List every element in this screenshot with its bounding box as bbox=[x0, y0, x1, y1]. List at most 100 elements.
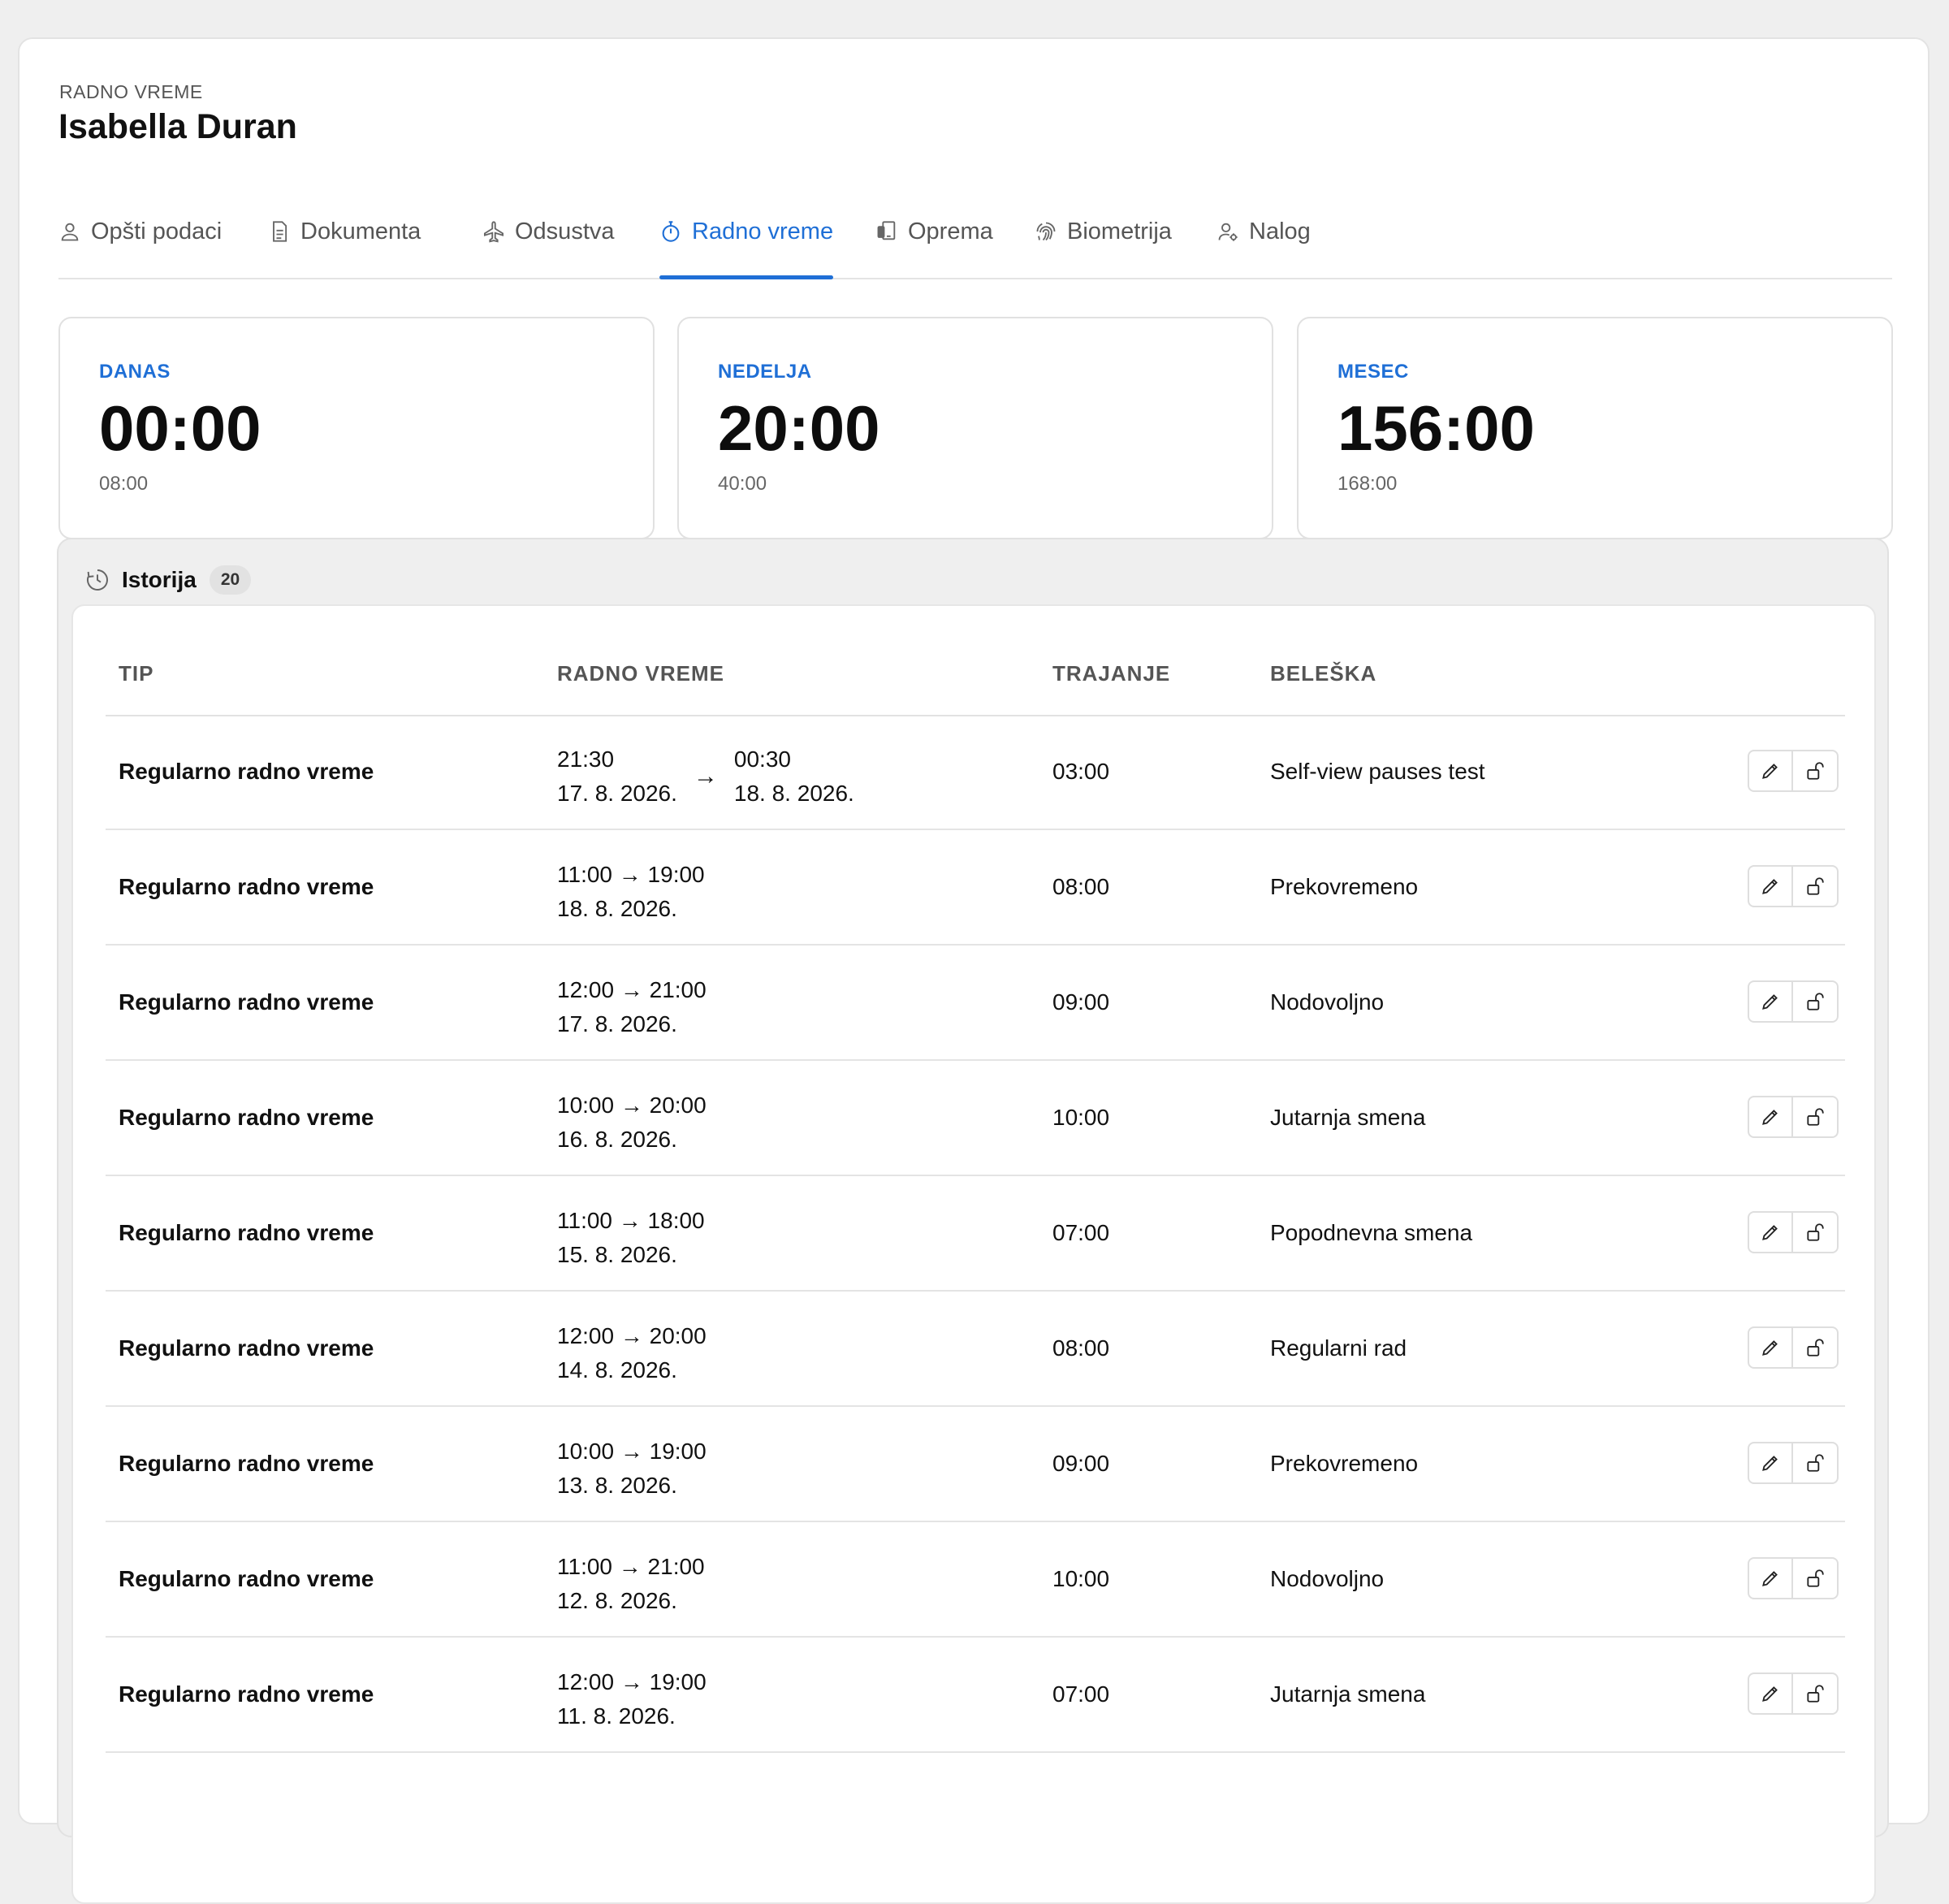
row-note: Jutarnja smena bbox=[1270, 1681, 1426, 1707]
row-end-date: 18. 8. 2026. bbox=[733, 781, 854, 806]
row-date: 16. 8. 2026. bbox=[557, 1127, 677, 1152]
tab-general[interactable]: Opšti podaci bbox=[58, 185, 222, 278]
row-note: Nodovoljno bbox=[1270, 989, 1385, 1015]
edit-button[interactable] bbox=[1748, 1326, 1793, 1369]
table-row[interactable]: Regularno radno vreme 11:00 → 18:00 15. … bbox=[106, 1176, 1845, 1292]
table-header: TIP RADNO VREME TRAJANJE BELEŠKA bbox=[106, 606, 1845, 716]
stat-label: NEDELJA bbox=[718, 361, 812, 383]
table-row[interactable]: Regularno radno vreme 11:00 → 19:00 18. … bbox=[106, 830, 1845, 946]
column-header-type[interactable]: TIP bbox=[119, 661, 153, 686]
edit-button[interactable] bbox=[1748, 1442, 1793, 1484]
row-type: Regularno radno vreme bbox=[119, 1566, 374, 1591]
history-table: TIP RADNO VREME TRAJANJE BELEŠKA Regular… bbox=[71, 604, 1876, 1904]
table-row[interactable]: Regularno radno vreme 12:00 → 19:00 11. … bbox=[106, 1638, 1845, 1753]
row-duration: 08:00 bbox=[1052, 1335, 1110, 1361]
table-row[interactable]: Regularno radno vreme 12:00 → 20:00 14. … bbox=[106, 1292, 1845, 1407]
stat-target: 40:00 bbox=[718, 473, 767, 495]
unlock-button[interactable] bbox=[1793, 1672, 1839, 1715]
column-header-note[interactable]: BELEŠKA bbox=[1270, 661, 1376, 686]
pencil-icon bbox=[1762, 1456, 1778, 1471]
edit-button[interactable] bbox=[1748, 1557, 1793, 1599]
history-panel: Istorija 20 TIP RADNO VREME TRAJANJE BEL… bbox=[57, 538, 1889, 1904]
row-duration: 10:00 bbox=[1052, 1566, 1110, 1591]
row-actions bbox=[1748, 1442, 1839, 1484]
edit-button[interactable] bbox=[1748, 865, 1793, 907]
row-actions bbox=[1748, 1211, 1839, 1253]
pencil-icon bbox=[1762, 1110, 1778, 1125]
row-working-time: 11:00 → 21:00 12. 8. 2026. bbox=[557, 1550, 705, 1618]
row-type: Regularno radno vreme bbox=[119, 874, 374, 899]
history-title: Istorija bbox=[122, 567, 197, 592]
row-time-range: 10:00 → 20:00 bbox=[557, 1093, 707, 1118]
user-settings-icon bbox=[1218, 223, 1238, 241]
row-date: 14. 8. 2026. bbox=[557, 1357, 677, 1383]
section-eyebrow: RADNO VREME bbox=[59, 81, 203, 102]
row-type: Regularno radno vreme bbox=[119, 1220, 374, 1245]
row-note: Prekovremeno bbox=[1270, 1451, 1419, 1476]
column-header-duration[interactable]: TRAJANJE bbox=[1052, 661, 1170, 686]
edit-button[interactable] bbox=[1748, 1211, 1793, 1253]
row-actions bbox=[1748, 1326, 1839, 1369]
pencil-icon bbox=[1762, 1571, 1778, 1586]
pencil-icon bbox=[1762, 1686, 1778, 1702]
unlock-button[interactable] bbox=[1793, 1211, 1839, 1253]
row-working-time: 21:30 17. 8. 2026. → 00:30 18. 8. 2026. bbox=[557, 742, 854, 811]
row-time-range: 11:00 → 21:00 bbox=[557, 1554, 705, 1579]
arrow-right-icon: → bbox=[693, 763, 718, 790]
row-date: 17. 8. 2026. bbox=[557, 1011, 677, 1036]
unlock-icon bbox=[1807, 877, 1824, 895]
tab-absences[interactable]: Odsustva bbox=[482, 185, 615, 278]
edit-button[interactable] bbox=[1748, 1672, 1793, 1715]
tab-equipment[interactable]: Oprema bbox=[875, 185, 993, 278]
stat-target: 08:00 bbox=[99, 473, 149, 495]
row-type: Regularno radno vreme bbox=[119, 1335, 374, 1361]
table-row[interactable]: Regularno radno vreme 21:30 17. 8. 2026.… bbox=[106, 715, 1845, 830]
stat-value: 156:00 bbox=[1338, 392, 1535, 464]
row-time-range: 12:00 → 20:00 bbox=[557, 1323, 707, 1348]
edit-button[interactable] bbox=[1748, 1096, 1793, 1138]
table-row[interactable]: Regularno radno vreme 11:00 → 21:00 12. … bbox=[106, 1522, 1845, 1638]
row-actions bbox=[1748, 1672, 1839, 1715]
row-duration: 10:00 bbox=[1052, 1105, 1110, 1130]
row-date: 12. 8. 2026. bbox=[557, 1588, 677, 1613]
edit-button[interactable] bbox=[1748, 980, 1793, 1023]
unlock-button[interactable] bbox=[1793, 1096, 1839, 1138]
row-date: 15. 8. 2026. bbox=[557, 1242, 677, 1267]
tab-documents[interactable]: Dokumenta bbox=[268, 185, 421, 278]
row-working-time: 11:00 → 19:00 18. 8. 2026. bbox=[557, 858, 705, 926]
row-start-time: 21:30 bbox=[557, 746, 615, 772]
tab-account[interactable]: Nalog bbox=[1217, 185, 1311, 278]
unlock-button[interactable] bbox=[1793, 1557, 1839, 1599]
unlock-button[interactable] bbox=[1793, 1326, 1839, 1369]
row-note: Nodovoljno bbox=[1270, 1566, 1385, 1591]
row-date: 18. 8. 2026. bbox=[557, 896, 677, 921]
row-duration: 08:00 bbox=[1052, 874, 1110, 899]
row-duration: 09:00 bbox=[1052, 1451, 1110, 1476]
stat-card-today: DANAS 00:00 08:00 bbox=[58, 317, 655, 539]
table-row[interactable]: Regularno radno vreme 10:00 → 20:00 16. … bbox=[106, 1061, 1845, 1176]
unlock-button[interactable] bbox=[1793, 1442, 1839, 1484]
history-header: Istorija 20 bbox=[84, 560, 252, 599]
document-icon bbox=[273, 221, 287, 242]
unlock-button[interactable] bbox=[1793, 980, 1839, 1023]
row-note: Popodnevna smena bbox=[1270, 1220, 1473, 1245]
unlock-button[interactable] bbox=[1793, 865, 1839, 907]
row-actions bbox=[1748, 1557, 1839, 1599]
pencil-icon bbox=[1762, 994, 1778, 1010]
unlock-icon bbox=[1807, 1685, 1824, 1703]
table-row[interactable]: Regularno radno vreme 12:00 → 21:00 17. … bbox=[106, 946, 1845, 1061]
column-header-working-time[interactable]: RADNO VREME bbox=[557, 661, 724, 686]
row-date: 13. 8. 2026. bbox=[557, 1473, 677, 1498]
tab-biometrics[interactable]: Biometrija bbox=[1035, 185, 1172, 278]
unlock-button[interactable] bbox=[1793, 750, 1839, 792]
row-start-date: 17. 8. 2026. bbox=[557, 781, 677, 806]
row-time-range: 11:00 → 19:00 bbox=[557, 862, 705, 887]
row-type: Regularno radno vreme bbox=[119, 1681, 374, 1707]
tab-label: Oprema bbox=[908, 218, 993, 244]
row-type: Regularno radno vreme bbox=[119, 989, 374, 1015]
tab-working-hours[interactable]: Radno vreme bbox=[659, 185, 834, 279]
row-duration: 03:00 bbox=[1052, 759, 1110, 784]
stat-label: MESEC bbox=[1338, 361, 1409, 383]
table-row[interactable]: Regularno radno vreme 10:00 → 19:00 13. … bbox=[106, 1407, 1845, 1522]
edit-button[interactable] bbox=[1748, 750, 1793, 792]
